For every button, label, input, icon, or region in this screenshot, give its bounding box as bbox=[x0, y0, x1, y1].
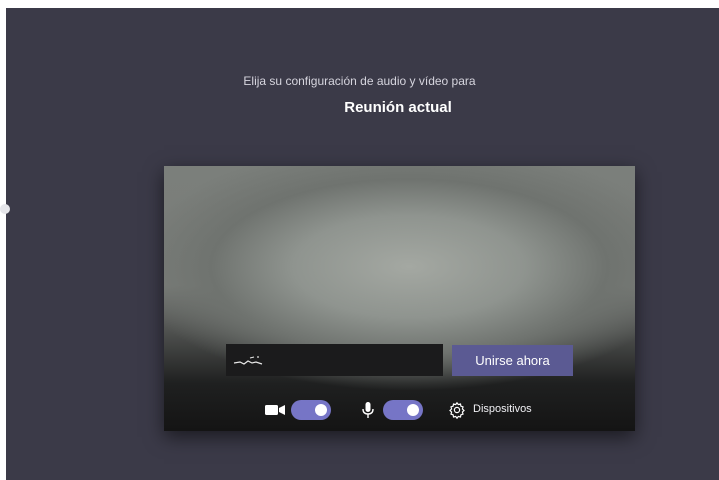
microphone-icon[interactable] bbox=[361, 401, 375, 419]
join-now-button[interactable]: Unirse ahora bbox=[452, 345, 573, 376]
video-preview bbox=[164, 166, 635, 431]
camera-toggle[interactable] bbox=[291, 400, 331, 420]
teams-prejoin-window: Elija su configuración de audio y vídeo … bbox=[0, 0, 719, 480]
video-camera-icon[interactable] bbox=[264, 403, 286, 417]
gear-icon[interactable] bbox=[448, 401, 466, 419]
edge-indicator-dot bbox=[0, 204, 10, 214]
meeting-title: Reunión actual bbox=[344, 99, 452, 116]
microphone-toggle-knob bbox=[407, 404, 419, 416]
camera-toggle-knob bbox=[315, 404, 327, 416]
prejoin-subtitle: Elija su configuración de audio y vídeo … bbox=[243, 74, 476, 88]
microphone-toggle[interactable] bbox=[383, 400, 423, 420]
redacted-name-mark bbox=[233, 356, 263, 365]
devices-label[interactable]: Dispositivos bbox=[473, 403, 532, 415]
